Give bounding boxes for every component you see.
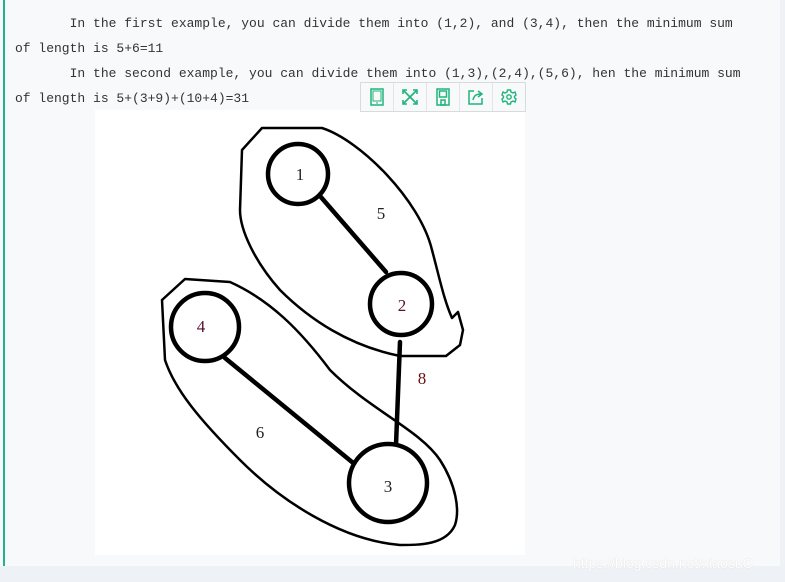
image-toolbar	[360, 82, 526, 112]
tablet-icon	[370, 88, 384, 106]
quote-border	[3, 0, 5, 566]
diagram-image: 1 2 3 4 5 8 6	[95, 110, 525, 555]
settings-icon	[501, 89, 517, 105]
text-line: In the first example, you can divide the…	[15, 16, 733, 31]
text-line: of length is 5+(3+9)+(10+4)=31	[15, 91, 250, 106]
edge-label: 5	[377, 204, 386, 223]
tablet-view-button[interactable]	[361, 83, 394, 111]
edge-label: 6	[256, 423, 265, 442]
text-line: of length is 5+6=11	[15, 41, 164, 56]
fullscreen-icon	[402, 89, 418, 105]
node-label: 1	[296, 165, 305, 184]
settings-button[interactable]	[493, 83, 525, 111]
edge-label: 8	[418, 369, 427, 388]
article-content: In the first example, you can divide the…	[0, 0, 780, 566]
share-button[interactable]	[460, 83, 493, 111]
share-icon	[468, 90, 484, 105]
node-label: 2	[398, 296, 407, 315]
node-label: 3	[384, 477, 393, 496]
edge-2-3	[393, 339, 403, 448]
text-line: In the second example, you can divide th…	[15, 66, 741, 81]
fullscreen-button[interactable]	[394, 83, 427, 111]
save-button[interactable]	[427, 83, 460, 111]
watermark: https://blog.csdn.net/xiaosuC	[573, 555, 753, 571]
save-icon	[436, 88, 450, 106]
node-label: 4	[197, 317, 206, 336]
